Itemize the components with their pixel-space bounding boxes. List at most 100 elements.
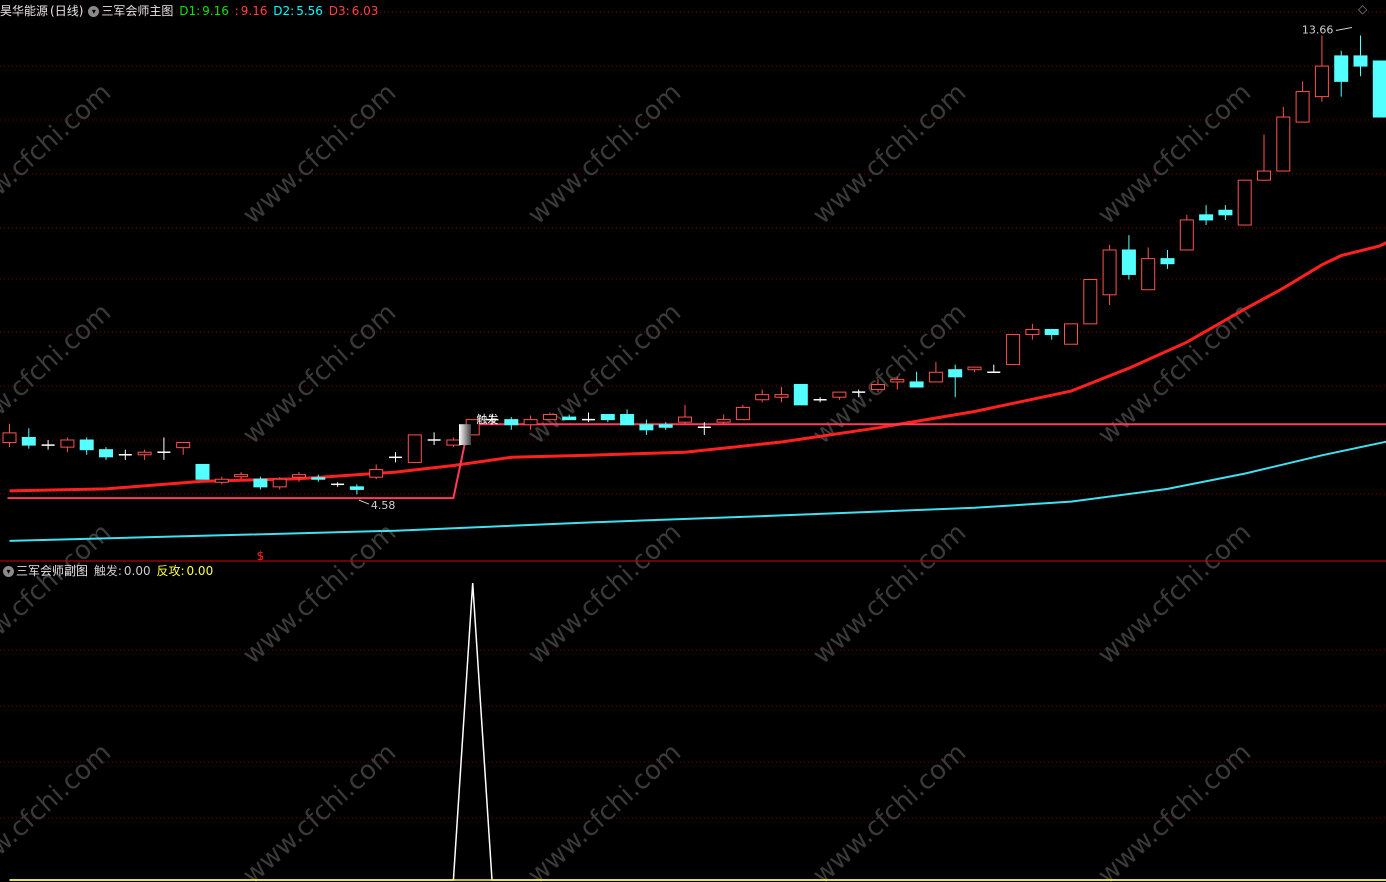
chevron-down-circle-icon[interactable]: ▾: [3, 566, 14, 577]
watermark-text: www.cfchi.com: [1092, 738, 1257, 882]
candle: [1102, 244, 1117, 305]
candle: [1083, 279, 1098, 325]
candle-body-up: [2, 432, 17, 444]
candle: [716, 414, 731, 425]
main-indicator-name[interactable]: 三军会师主图: [101, 4, 173, 18]
candle: [755, 389, 770, 403]
candle-body-up: [407, 434, 422, 463]
candle-body-up: [1295, 91, 1310, 123]
candle: [2, 423, 17, 448]
candle: [774, 387, 789, 403]
candle: [369, 464, 384, 480]
sub-indicator-name[interactable]: 三军会师副图: [16, 564, 88, 578]
d3-value: 6.03: [351, 4, 379, 18]
candle: [234, 472, 249, 480]
candle-body-up: [1064, 323, 1078, 345]
candle-body-up: [1083, 279, 1098, 325]
candle: [639, 419, 654, 435]
candle-body-down: [21, 436, 36, 446]
candle-body-up: [446, 439, 461, 446]
candle-body-down: [620, 414, 635, 426]
watermark-text: www.cfchi.com: [1092, 518, 1257, 671]
candle-body-down: [1372, 60, 1386, 118]
candle-body-up: [1141, 258, 1156, 291]
candle: [1006, 334, 1021, 366]
candle: [446, 437, 461, 448]
candle: [1199, 205, 1214, 226]
candle-body-down: [1121, 249, 1136, 275]
candle-body-up: [292, 474, 306, 478]
candle: [1334, 50, 1349, 97]
candle-body-down: [253, 478, 268, 488]
candle: [272, 477, 287, 490]
watermark-text: www.cfchi.com: [0, 738, 117, 882]
candle-body-up: [871, 383, 885, 391]
watermark-text: www.cfchi.com: [807, 78, 972, 231]
candle: [1295, 81, 1310, 123]
candle-body-up: [1006, 334, 1021, 366]
candle: [407, 434, 422, 463]
d1b-label: :: [234, 4, 239, 18]
candle: [948, 364, 963, 398]
low-price-label: 4.58: [371, 499, 396, 512]
sub-indicator-header: ▾ 三军会师副图 触发: 0.00 反攻: 0.00: [0, 560, 215, 582]
candle-body-down: [504, 419, 519, 426]
candle-body-up: [369, 469, 384, 478]
stock-name[interactable]: 昊华能源: [0, 4, 48, 18]
candle: [60, 437, 75, 453]
candle-body-down: [1199, 214, 1214, 221]
diamond-icon[interactable]: ◇: [1358, 3, 1370, 15]
candle: [349, 484, 364, 495]
candle-body-down: [793, 383, 808, 406]
candle: [1179, 214, 1194, 251]
candle-body-up: [1276, 116, 1291, 172]
candle: [620, 409, 635, 426]
candle-body-up: [60, 439, 75, 448]
candle-body-up: [234, 474, 249, 478]
sub-indicator-pane[interactable]: [9, 582, 1386, 881]
candle: [41, 440, 55, 450]
candle-body-down: [99, 449, 113, 458]
candle: [137, 449, 152, 460]
trigger-text: 触发: [476, 412, 498, 426]
main-price-pane[interactable]: 13.664.58触发$: [2, 24, 1386, 563]
candle: [813, 397, 827, 403]
candle: [1121, 235, 1136, 280]
candle: [176, 442, 191, 455]
candle-body-down: [195, 463, 210, 480]
candle: [582, 412, 595, 423]
watermark-text: www.cfchi.com: [0, 298, 117, 451]
candle: [331, 482, 345, 487]
candle-body-down: [1160, 258, 1175, 265]
candle-body-up: [176, 442, 191, 449]
chart-canvas[interactable]: www.cfchi.com www.cfchi.com www.cfchi.com w…: [0, 0, 1386, 882]
watermark-text: www.cfchi.com: [522, 518, 687, 671]
d1b-value: 9.16: [240, 4, 268, 18]
candle-body-up: [1179, 219, 1194, 251]
trigger-label: 触发:: [93, 564, 122, 578]
chevron-down-circle-icon[interactable]: ▾: [88, 6, 100, 17]
d1-value: 9.16: [202, 4, 229, 18]
candle: [1276, 106, 1291, 172]
counter-label: 反攻:: [156, 564, 185, 578]
candle: [793, 383, 808, 406]
counter-value: 0.00: [186, 564, 214, 578]
candle-body-up: [1025, 328, 1040, 336]
trigger-series-line: [9, 582, 1386, 881]
candle-body-up: [272, 478, 287, 488]
candle: [1064, 323, 1078, 345]
watermark-text: www.cfchi.com: [522, 78, 687, 231]
candle: [21, 428, 36, 449]
watermark-text: www.cfchi.com: [237, 298, 402, 451]
candle-body-up: [1314, 65, 1329, 98]
candle-body-up: [967, 366, 982, 371]
candle: [1314, 35, 1329, 102]
watermark-text: www.cfchi.com: [807, 738, 972, 882]
period-label[interactable]: (日线): [50, 4, 83, 18]
candle: [678, 404, 692, 425]
watermark-text: www.cfchi.com: [522, 738, 687, 882]
watermark-text: www.cfchi.com: [1092, 78, 1257, 231]
candle: [1025, 323, 1040, 340]
candle: [389, 452, 402, 463]
candle-body-up: [678, 416, 692, 423]
